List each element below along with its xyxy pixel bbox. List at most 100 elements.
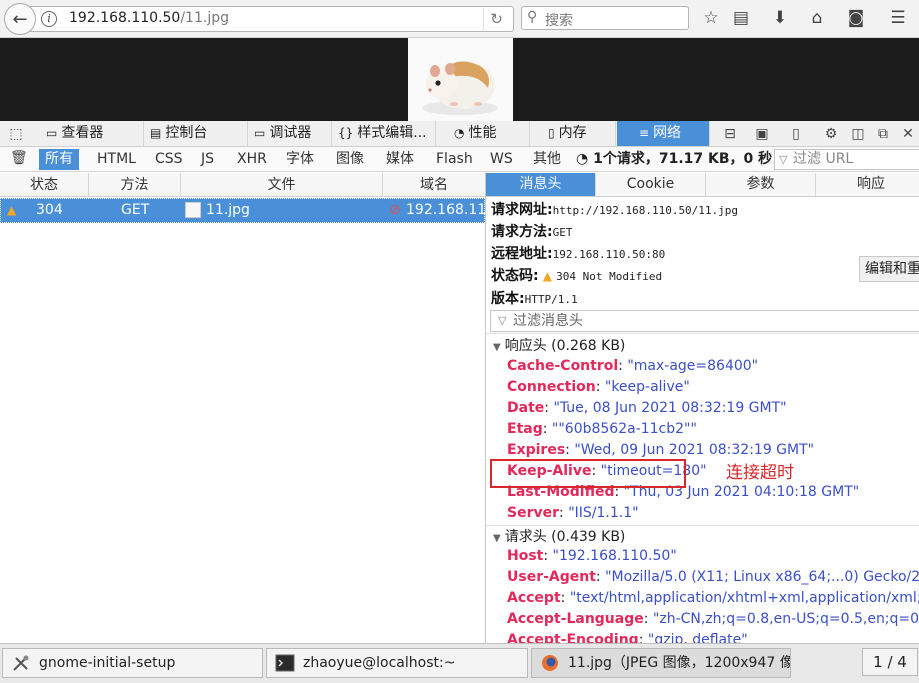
taskbar: gnome-initial-setup zhaoyue@localhost:~ …: [0, 643, 919, 683]
back-arrow-icon: ←: [12, 8, 28, 30]
header-value: "Tue, 08 Jun 2021 08:32:19 GMT": [553, 400, 787, 416]
tab-network-label: 网络: [653, 125, 682, 141]
tab-performance-label: 性能: [468, 125, 497, 141]
task-terminal[interactable]: zhaoyue@localhost:~: [266, 648, 528, 678]
column-status[interactable]: 状态: [0, 173, 89, 197]
response-headers-section[interactable]: ▼ 响应头 (0.268 KB): [493, 335, 625, 355]
request-summary-text: 1个请求，71.17 KB，0 秒: [593, 151, 773, 167]
search-input[interactable]: ⚲ 搜索: [521, 6, 689, 30]
style-editor-icon: {}: [338, 126, 354, 140]
insecure-lock-icon: ⊘: [389, 202, 401, 218]
tab-params[interactable]: 参数: [706, 173, 816, 196]
task-label: gnome-initial-setup: [39, 655, 176, 671]
pocket-icon[interactable]: ◙: [844, 7, 868, 29]
settings-gear-icon[interactable]: ⚙: [821, 124, 841, 144]
download-icon[interactable]: ⬇: [768, 7, 792, 29]
workspace-pager[interactable]: 1 / 4: [862, 648, 918, 676]
performance-stopwatch-icon[interactable]: ◔: [576, 151, 588, 167]
task-firefox[interactable]: 11.jpg（JPEG 图像，1200x947 像...: [531, 648, 791, 678]
tab-debugger[interactable]: ▭ 调试器: [248, 121, 332, 146]
dock-options-icon[interactable]: ⊟: [720, 124, 740, 144]
task-label: zhaoyue@localhost:~: [303, 655, 456, 671]
header-name: Server: [507, 505, 560, 521]
request-headers-section[interactable]: ▼ 请求头 (0.439 KB): [493, 526, 625, 546]
url-path: /11.jpg: [180, 10, 229, 26]
header-filter-input[interactable]: ▽ 过滤消息头: [490, 310, 919, 332]
scratchpad-icon[interactable]: ▣: [752, 124, 772, 144]
summary-status-code: 状态码: ▲ 304 Not Modified: [491, 265, 662, 285]
filter-flash[interactable]: Flash: [430, 149, 479, 170]
task-gnome-setup[interactable]: gnome-initial-setup: [2, 648, 263, 678]
close-devtools-icon[interactable]: ✕: [898, 124, 918, 144]
request-header-row: User-Agent: "Mozilla/5.0 (X11; Linux x86…: [507, 569, 919, 585]
image-thumbnail-icon: [185, 202, 201, 218]
response-header-row: Connection: "keep-alive": [507, 379, 690, 395]
request-header-row: Accept: "text/html,application/xhtml+xml…: [507, 590, 919, 606]
header-value: "keep-alive": [604, 379, 690, 395]
edit-resend-button[interactable]: 编辑和重: [859, 256, 919, 282]
summary-value: HTTP/1.1: [524, 293, 578, 306]
summary-label: 请求方法:: [491, 224, 553, 240]
response-header-row: Server: "IIS/1.1.1": [507, 505, 639, 521]
header-value: "Wed, 09 Jun 2021 08:32:19 GMT": [574, 442, 815, 458]
annotation-highlight-box: [490, 459, 686, 488]
request-file: 11.jpg: [206, 202, 250, 218]
reload-icon[interactable]: ↻: [483, 8, 509, 30]
header-name: Host: [507, 548, 544, 564]
site-info-icon[interactable]: i: [41, 11, 57, 27]
request-header-row: Accept-Language: "zh-CN,zh;q=0.8,en-US;q…: [507, 611, 919, 627]
back-button[interactable]: ←: [4, 3, 36, 35]
header-name: Cache-Control: [507, 358, 619, 374]
terminal-icon: [275, 654, 295, 672]
request-list-header: 状态 方法 文件 域名: [0, 173, 485, 197]
filter-all[interactable]: 所有: [39, 149, 79, 170]
network-filter-bar: 🗑 所有 HTML CSS JS XHR 字体 图像 媒体 Flash WS 其…: [0, 147, 919, 172]
tab-cookies[interactable]: Cookie: [596, 173, 706, 196]
filter-media[interactable]: 媒体: [380, 149, 420, 170]
tab-console[interactable]: ▤ 控制台: [144, 121, 248, 146]
url-text[interactable]: 192.168.110.50/11.jpg: [69, 10, 229, 26]
clear-trash-icon[interactable]: 🗑: [10, 150, 28, 166]
filter-js[interactable]: JS: [195, 149, 220, 170]
header-filter-placeholder: 过滤消息头: [513, 313, 583, 329]
hamster-image: [408, 38, 513, 121]
column-file[interactable]: 文件: [181, 173, 383, 197]
filter-html[interactable]: HTML: [91, 149, 142, 170]
filter-url-input[interactable]: ▽ 过滤 URL: [774, 149, 919, 170]
url-bar[interactable]: i 192.168.110.50/11.jpg ↻: [30, 6, 514, 32]
url-host: 192.168.110.50: [69, 10, 181, 26]
pick-element-icon[interactable]: ⬚: [6, 124, 26, 144]
tab-style-editor[interactable]: {} 样式编辑...: [332, 121, 436, 146]
filter-fonts[interactable]: 字体: [280, 149, 320, 170]
header-value: ""60b8562a-11cb2"": [551, 421, 697, 437]
filter-xhr[interactable]: XHR: [231, 149, 273, 170]
summary-request-method: 请求方法:GET: [491, 221, 572, 241]
responsive-design-icon[interactable]: ▯: [786, 124, 806, 144]
split-console-icon[interactable]: ◫: [848, 124, 868, 144]
filter-images[interactable]: 图像: [330, 149, 370, 170]
request-status: 304: [36, 202, 63, 218]
reading-list-icon[interactable]: ▤: [729, 7, 753, 29]
summary-value: 192.168.110.50:80: [552, 248, 666, 261]
filter-css[interactable]: CSS: [149, 149, 189, 170]
summary-label: 版本:: [491, 291, 525, 307]
summary-value: http://192.168.110.50/11.jpg: [552, 204, 739, 217]
bookmark-star-icon[interactable]: ☆: [699, 7, 723, 29]
tab-performance[interactable]: ◔ 性能: [436, 121, 530, 146]
panel-splitter[interactable]: [485, 173, 486, 643]
tab-console-label: 控制台: [165, 125, 208, 141]
home-icon[interactable]: ⌂: [805, 7, 829, 29]
separate-window-icon[interactable]: ⧉: [873, 124, 893, 144]
filter-other[interactable]: 其他: [527, 149, 567, 170]
tab-memory[interactable]: ▯ 内存: [530, 121, 616, 146]
header-value: "max-age=86400": [627, 358, 759, 374]
tab-inspector[interactable]: ▭ 查看器: [40, 121, 144, 146]
tab-network[interactable]: ≡ 网络: [617, 121, 710, 146]
table-row[interactable]: ▲ 304 GET 11.jpg ⊘ 192.168.110: [0, 198, 495, 223]
tab-response[interactable]: 响应: [816, 173, 919, 196]
menu-icon[interactable]: ☰: [886, 7, 910, 29]
column-method[interactable]: 方法: [89, 173, 181, 197]
tab-headers[interactable]: 消息头: [486, 173, 596, 196]
filter-ws[interactable]: WS: [484, 149, 519, 170]
column-domain[interactable]: 域名: [383, 173, 485, 197]
